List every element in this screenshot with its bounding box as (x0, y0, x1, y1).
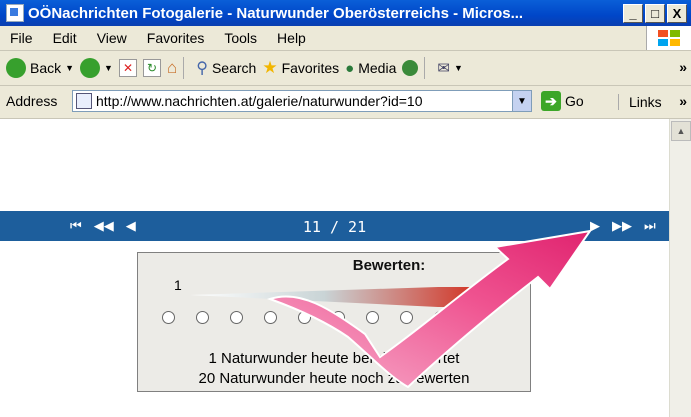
search-label: Search (211, 60, 257, 76)
go-button[interactable]: ➔ Go (541, 91, 584, 111)
search-icon: ⚲ (196, 60, 208, 77)
media-button[interactable]: ● Media (345, 60, 396, 77)
go-label: Go (565, 93, 584, 109)
rating-option[interactable] (196, 311, 209, 324)
menu-file[interactable]: File (0, 30, 43, 46)
address-bar: Address http://www.nachrichten.at/galeri… (0, 86, 691, 119)
minimize-button[interactable]: _ (623, 3, 643, 23)
address-url: http://www.nachrichten.at/galerie/naturw… (96, 93, 423, 109)
menu-edit[interactable]: Edit (43, 30, 87, 46)
links-button[interactable]: Links (618, 94, 662, 110)
gallery-nav-right: ▶ ▶▶ ⏭ (590, 218, 656, 234)
rating-options (162, 311, 447, 324)
home-icon: ⌂ (166, 58, 178, 77)
favorites-button[interactable]: ★ Favorites (262, 58, 339, 78)
maximize-button[interactable]: □ (645, 3, 665, 23)
toolbar-separator (424, 57, 426, 79)
image-counter: 11 / 21 (302, 218, 367, 236)
standard-toolbar: Back ▼ ▼ ✕ ↻ ⌂ ⚲ Search ★ Favorites ● Me… (0, 51, 691, 86)
last-image-icon[interactable]: ⏭ (644, 218, 656, 234)
window-titlebar: OÖNachrichten Fotogalerie - Naturwunder … (0, 0, 691, 26)
menu-help[interactable]: Help (267, 30, 316, 46)
menu-bar: File Edit View Favorites Tools Help (0, 26, 691, 51)
history-button[interactable] (402, 60, 419, 76)
ie-app-icon (6, 4, 24, 22)
menu-tools[interactable]: Tools (214, 30, 267, 46)
forward-dropdown-icon: ▼ (104, 63, 113, 73)
favorites-star-icon: ★ (262, 58, 278, 77)
forward-button[interactable]: ▼ (80, 58, 113, 78)
rated-today-info: 1 Naturwunder heute bereits bewertet (208, 350, 460, 367)
rating-option[interactable] (434, 311, 447, 324)
refresh-icon: ↻ (142, 59, 161, 77)
rating-option[interactable] (332, 311, 345, 324)
media-label: Media (358, 60, 397, 76)
links-overflow[interactable]: » (679, 93, 687, 109)
favorites-label: Favorites (281, 60, 340, 76)
forward-arrow-icon (80, 58, 101, 78)
refresh-button[interactable]: ↻ (142, 59, 161, 77)
rating-option[interactable] (366, 311, 379, 324)
mail-icon: ✉ (437, 60, 450, 77)
stop-icon: ✕ (118, 59, 137, 77)
back-dropdown-icon: ▼ (65, 63, 75, 73)
window-controls: _ □ X (623, 3, 687, 23)
address-dropdown-icon[interactable]: ▼ (512, 91, 531, 111)
address-label: Address (6, 93, 58, 109)
media-icon: ● (345, 59, 355, 77)
mail-dropdown-icon: ▼ (453, 63, 463, 73)
window-title: OÖNachrichten Fotogalerie - Naturwunder … (28, 4, 524, 22)
toolbar-overflow[interactable]: » (679, 59, 687, 75)
gallery-navbar: ⏮ ◀◀ ◀ 11 / 21 ▶ ▶▶ ⏭ (0, 211, 669, 241)
mail-button[interactable]: ✉ ▼ (437, 59, 463, 77)
close-button[interactable]: X (667, 3, 687, 23)
menu-favorites[interactable]: Favorites (137, 30, 215, 46)
page-content: ⏮ ◀◀ ◀ 11 / 21 ▶ ▶▶ ⏭ Bewerten: 1 1 Natu… (0, 119, 669, 417)
toolbar-separator (183, 57, 185, 79)
go-arrow-icon: ➔ (541, 91, 561, 111)
rating-option[interactable] (400, 311, 413, 324)
rating-option[interactable] (264, 311, 277, 324)
search-button[interactable]: ⚲ Search (196, 58, 256, 78)
home-button[interactable]: ⌂ (167, 58, 177, 78)
stop-button[interactable]: ✕ (118, 59, 137, 77)
page-icon (76, 93, 92, 109)
back-button[interactable]: Back ▼ (6, 58, 74, 78)
back-arrow-icon (6, 58, 26, 78)
rating-option[interactable] (298, 311, 311, 324)
fast-forward-icon[interactable]: ▶▶ (612, 218, 632, 234)
windows-logo-icon (646, 26, 691, 50)
menu-view[interactable]: View (87, 30, 137, 46)
history-icon (402, 60, 419, 76)
scroll-up-icon[interactable]: ▲ (671, 121, 691, 141)
back-label: Back (30, 60, 62, 76)
rating-panel: Bewerten: 1 1 Naturwunder heute bereits … (137, 252, 531, 392)
pending-today-info: 20 Naturwunder heute noch zu bewerten (198, 370, 470, 387)
next-image-icon[interactable]: ▶ (590, 218, 600, 234)
address-input[interactable]: http://www.nachrichten.at/galerie/naturw… (72, 90, 532, 112)
vertical-scrollbar[interactable]: ▲ (669, 119, 691, 417)
rating-option[interactable] (162, 311, 175, 324)
rating-option[interactable] (230, 311, 243, 324)
rating-slider-gradient (190, 287, 488, 307)
